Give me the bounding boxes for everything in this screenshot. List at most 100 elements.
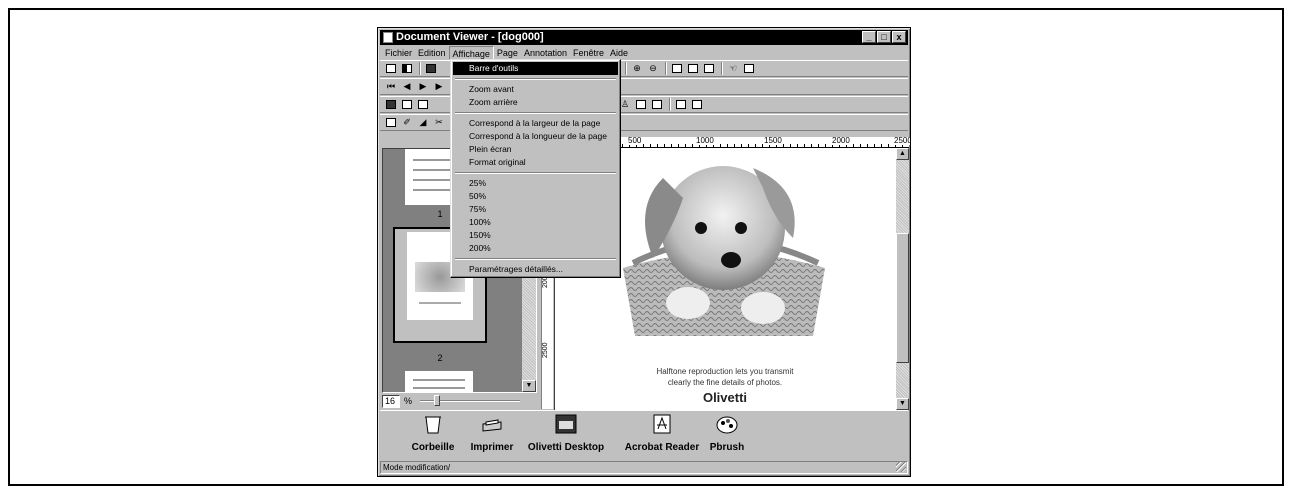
- menu-separator: [455, 78, 616, 80]
- prev-page-icon[interactable]: ◀: [400, 80, 414, 93]
- marker-icon[interactable]: ◢: [416, 116, 430, 129]
- last-page-icon[interactable]: ▶: [432, 80, 446, 93]
- menu-item-zoom-in[interactable]: Zoom avant: [453, 83, 618, 96]
- taskbar-imprimer[interactable]: Imprimer: [464, 414, 520, 453]
- scroll-thumb[interactable]: [896, 233, 909, 363]
- brand-logo-text: Olivetti: [702, 390, 748, 405]
- ruler-v-tick-2500: 2500: [542, 342, 549, 358]
- zoom-out-icon[interactable]: ⊖: [646, 62, 660, 75]
- zoom-unit: %: [404, 396, 413, 406]
- desktop-taskbar: Corbeille Imprimer Olivetti Desktop Acro…: [380, 410, 908, 462]
- printer-icon: [482, 419, 502, 432]
- zoom-slider[interactable]: [420, 395, 521, 406]
- window-icon[interactable]: [674, 98, 688, 111]
- thumbnail-view-icon[interactable]: [742, 62, 756, 75]
- window-title: Document Viewer - [dog000]: [396, 31, 544, 43]
- scroll-up-arrow[interactable]: ▲: [896, 148, 909, 160]
- taskbar-corbeille[interactable]: Corbeille: [408, 414, 458, 453]
- caption-line-1: Halftone reproduction lets you transmit: [656, 367, 794, 376]
- two-page-icon[interactable]: [686, 62, 700, 75]
- menu-item-zoom-75[interactable]: 75%: [453, 203, 618, 216]
- print-icon[interactable]: [424, 62, 438, 75]
- menu-separator: [455, 112, 616, 114]
- zoom-input[interactable]: 16: [382, 394, 400, 408]
- menu-item-zoom-25[interactable]: 25%: [453, 177, 618, 190]
- menu-edition[interactable]: Edition: [415, 46, 449, 60]
- trash-icon: [425, 416, 441, 434]
- document-caption: Halftone reproduction lets you transmit …: [595, 366, 855, 388]
- zoom-control: 16 %: [382, 393, 537, 409]
- menu-fichier[interactable]: Fichier: [382, 46, 415, 60]
- thumbnail-page-3[interactable]: [405, 371, 473, 392]
- thumbnail-label-2: 2: [437, 353, 443, 363]
- taskbar-pbrush[interactable]: Pbrush: [704, 414, 750, 453]
- document-scrollbar[interactable]: ▲ ▼: [896, 148, 909, 410]
- menu-item-toolbar[interactable]: Barre d'outils: [453, 62, 618, 75]
- menu-page[interactable]: Page: [494, 46, 521, 60]
- scroll-down-arrow[interactable]: ▼: [522, 380, 536, 392]
- text-icon[interactable]: [650, 98, 664, 111]
- puppy-photo: [623, 166, 825, 336]
- taskbar-label-corbeille: Corbeille: [411, 442, 455, 453]
- window-min-icon[interactable]: [690, 98, 704, 111]
- menu-item-detailed-settings[interactable]: Paramétrages détaillés...: [453, 263, 618, 276]
- maximize-button[interactable]: □: [877, 31, 891, 43]
- menu-bar: Fichier Edition Affichage Page Annotatio…: [380, 45, 908, 60]
- menu-aide[interactable]: Aide: [607, 46, 631, 60]
- palette-icon: [716, 416, 738, 434]
- status-bar: Mode modification/: [380, 461, 908, 474]
- taskbar-label-pbrush: Pbrush: [709, 442, 745, 453]
- fit-page-icon[interactable]: [702, 62, 716, 75]
- view-menu-dropdown: Barre d'outils Zoom avant Zoom arrière C…: [450, 59, 621, 278]
- taskbar-olivetti-desktop[interactable]: Olivetti Desktop: [524, 414, 608, 453]
- annotation-select-icon[interactable]: [384, 98, 398, 111]
- next-page-icon[interactable]: ▶: [416, 80, 430, 93]
- zoom-in-icon[interactable]: ⊕: [630, 62, 644, 75]
- ruler-tick-2500: 2500: [893, 136, 911, 145]
- ruler-tick-1000: 1000: [695, 136, 715, 145]
- menu-item-zoom-50[interactable]: 50%: [453, 190, 618, 203]
- menu-separator: [455, 172, 616, 174]
- single-page-icon[interactable]: [670, 62, 684, 75]
- taskbar-acrobat-reader[interactable]: Acrobat Reader: [620, 414, 704, 453]
- taskbar-label-acrobat-reader: Acrobat Reader: [624, 442, 700, 453]
- ruler-tick-1500: 1500: [763, 136, 783, 145]
- taskbar-label-imprimer: Imprimer: [470, 442, 514, 453]
- ruler-tick-2000: 2000: [831, 136, 851, 145]
- cut-icon[interactable]: ✂: [432, 116, 446, 129]
- menu-item-zoom-200[interactable]: 200%: [453, 242, 618, 255]
- menu-affichage[interactable]: Affichage: [448, 45, 494, 60]
- menu-item-fit-width[interactable]: Correspond à la largeur de la page: [453, 117, 618, 130]
- resize-grip[interactable]: [896, 462, 906, 472]
- menu-item-zoom-out[interactable]: Zoom arrière: [453, 96, 618, 109]
- caption-line-2: clearly the fine details of photos.: [667, 378, 783, 387]
- zoom-slider-thumb[interactable]: [434, 395, 441, 406]
- minimize-button[interactable]: _: [862, 31, 876, 43]
- ruler-tick-500: 500: [627, 136, 643, 145]
- hand-icon[interactable]: ☜: [726, 62, 740, 75]
- menu-annotation[interactable]: Annotation: [521, 46, 570, 60]
- menu-item-fullscreen[interactable]: Plein écran: [453, 143, 618, 156]
- save-icon[interactable]: [400, 62, 414, 75]
- first-page-icon[interactable]: ⏮: [384, 80, 398, 93]
- annotation-move-icon[interactable]: [400, 98, 414, 111]
- open-icon[interactable]: [384, 62, 398, 75]
- scroll-down-arrow-doc[interactable]: ▼: [896, 398, 909, 410]
- close-button[interactable]: x: [892, 31, 906, 43]
- acrobat-icon: [653, 414, 671, 434]
- desktop-icon: [555, 414, 577, 434]
- menu-item-original-size[interactable]: Format original: [453, 156, 618, 169]
- app-icon: [383, 32, 393, 43]
- menu-item-zoom-100[interactable]: 100%: [453, 216, 618, 229]
- menu-item-fit-height[interactable]: Correspond à la longueur de la page: [453, 130, 618, 143]
- taskbar-label-olivetti-desktop: Olivetti Desktop: [527, 442, 605, 453]
- page-icon[interactable]: [384, 116, 398, 129]
- menu-fenetre[interactable]: Fenêtre: [570, 46, 607, 60]
- menu-separator: [455, 258, 616, 260]
- image-icon[interactable]: [634, 98, 648, 111]
- menu-item-zoom-150[interactable]: 150%: [453, 229, 618, 242]
- title-bar[interactable]: Document Viewer - [dog000] _ □ x: [380, 30, 908, 45]
- status-text: Mode modification/: [383, 463, 451, 472]
- pen-icon[interactable]: ✐: [400, 116, 414, 129]
- annotation-copy-icon[interactable]: [416, 98, 430, 111]
